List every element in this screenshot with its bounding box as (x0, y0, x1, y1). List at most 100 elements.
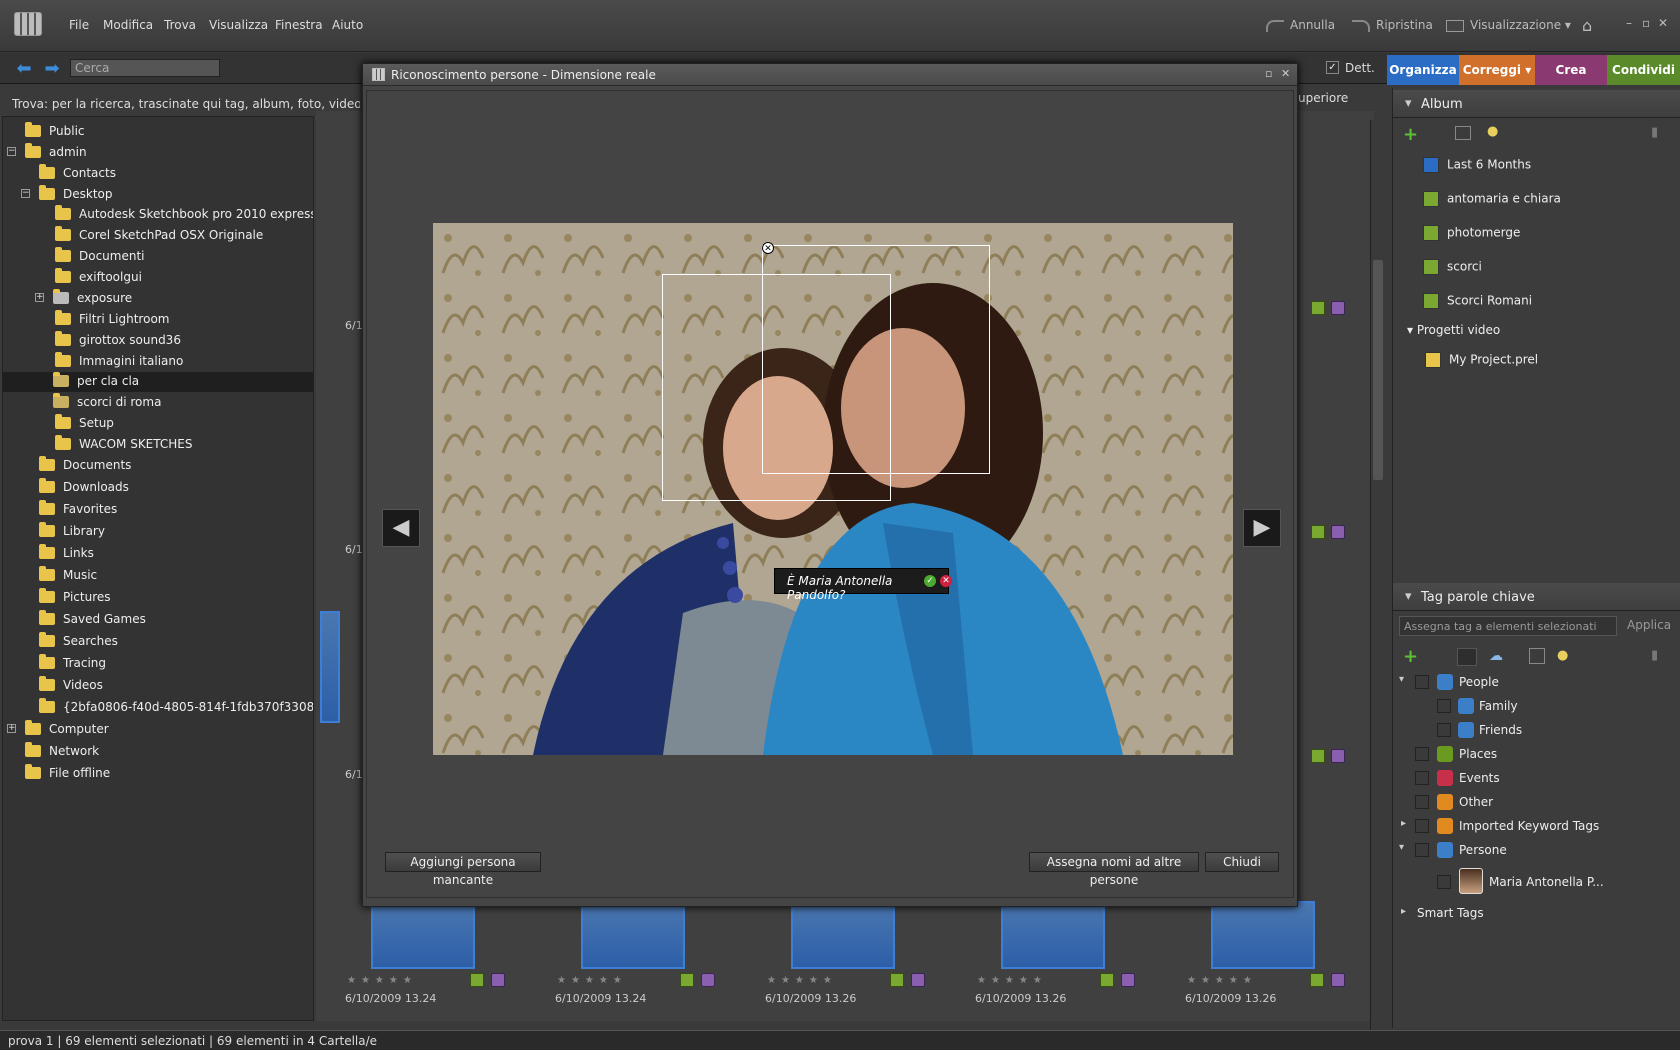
tree-item-links[interactable]: Links (3, 544, 313, 564)
tree-item-guid-folder[interactable]: {2bfa0806-f40d-4805-814f-1fdb370f3308} (3, 698, 313, 718)
menu-edit[interactable]: Modifica (103, 18, 153, 32)
keyword-panel-header[interactable]: Tag parole chiave (1393, 583, 1680, 611)
tree-item-desktop[interactable]: − Desktop (3, 185, 313, 205)
rating-stars[interactable]: ★★★★★ (977, 975, 1047, 986)
tree-item-library[interactable]: Library (3, 522, 313, 542)
home-icon[interactable]: ⌂ (1582, 16, 1592, 35)
edit-album-icon[interactable] (1455, 126, 1471, 140)
view-mode-button[interactable]: Visualizzazione ▾ (1446, 18, 1571, 32)
tree-item-corel[interactable]: Corel SketchPad OSX Originale (3, 226, 313, 246)
tree-item-documenti[interactable]: Documenti (3, 247, 313, 267)
video-projects-group[interactable]: ▾ Progetti video (1407, 323, 1500, 337)
tree-item-pictures[interactable]: Pictures (3, 588, 313, 608)
tag-checkbox[interactable] (1415, 795, 1429, 809)
details-checkbox[interactable]: ✓ (1326, 61, 1339, 74)
close-dialog-button[interactable]: Chiudi (1205, 852, 1279, 872)
tree-item-immagini[interactable]: Immagini italiano (3, 352, 313, 372)
tag-checkbox[interactable] (1437, 723, 1451, 737)
collapse-icon[interactable]: − (7, 147, 16, 156)
tree-item-music[interactable]: Music (3, 566, 313, 586)
maximize-icon[interactable]: ▫ (1265, 67, 1272, 80)
back-arrow-icon[interactable]: ⬅ (14, 59, 34, 79)
tree-item-searches[interactable]: Searches (3, 632, 313, 652)
rating-stars[interactable]: ★★★★★ (557, 975, 627, 986)
tree-item-filtri-lightroom[interactable]: Filtri Lightroom (3, 310, 313, 330)
cloud-icon[interactable]: ☁ (1489, 648, 1503, 664)
app-grid-icon[interactable] (14, 12, 42, 36)
tag-checkbox[interactable] (1437, 699, 1451, 713)
thumbnail[interactable] (791, 901, 895, 969)
tree-item-file-offline[interactable]: File offline (3, 764, 313, 784)
add-keyword-icon[interactable]: + (1403, 646, 1418, 667)
chevron-right-icon[interactable]: ▸ (1401, 906, 1406, 917)
tag-checkbox[interactable] (1415, 819, 1429, 833)
thumbnail[interactable] (1211, 901, 1315, 969)
confirm-icon[interactable]: ✓ (924, 575, 936, 587)
tree-item-per-cla-cla[interactable]: per cla cla (3, 372, 313, 392)
remove-face-icon[interactable]: ✕ (762, 242, 774, 254)
thumbnail[interactable] (371, 901, 475, 969)
chevron-down-icon[interactable]: ▾ (1399, 842, 1404, 853)
tag-checkbox[interactable] (1415, 843, 1429, 857)
tab-fix[interactable]: Correggi ▾ (1459, 55, 1535, 85)
tag-label[interactable]: Maria Antonella P... (1489, 875, 1604, 889)
expand-icon[interactable]: + (7, 724, 16, 733)
tree-item-exiftoolgui[interactable]: exiftoolgui (3, 268, 313, 288)
trash-icon[interactable]: ▮ (1651, 648, 1658, 663)
portrait-icon[interactable] (1529, 648, 1545, 664)
tag-label[interactable]: Persone (1459, 843, 1507, 857)
collapse-icon[interactable]: − (21, 189, 30, 198)
tree-item-favorites[interactable]: Favorites (3, 500, 313, 520)
reject-icon[interactable]: ✕ (940, 575, 952, 587)
add-missing-person-button[interactable]: Aggiungi persona mancante (385, 852, 541, 887)
album-item[interactable]: Scorci Romani (1423, 293, 1532, 309)
face-box-selected[interactable] (762, 245, 990, 474)
minimize-icon[interactable]: – (1626, 16, 1632, 30)
tree-item-contacts[interactable]: Contacts (3, 164, 313, 184)
close-window-icon[interactable]: ✕ (1658, 16, 1668, 30)
tree-item-saved-games[interactable]: Saved Games (3, 610, 313, 630)
expand-icon[interactable]: + (35, 293, 44, 302)
tree-item-tracing[interactable]: Tracing (3, 654, 313, 674)
chevron-down-icon[interactable]: ▾ (1399, 674, 1404, 685)
assign-names-button[interactable]: Assegna nomi ad altre persone (1029, 852, 1199, 887)
album-item[interactable]: Last 6 Months (1423, 157, 1531, 173)
menu-file[interactable]: File (69, 18, 89, 32)
album-panel-header[interactable]: Album (1393, 90, 1680, 118)
photo-preview[interactable] (433, 223, 1233, 755)
menu-find[interactable]: Trova (164, 18, 196, 32)
tree-item-computer[interactable]: + Computer (3, 720, 313, 740)
tree-item-documents[interactable]: Documents (3, 456, 313, 476)
next-arrow-icon[interactable]: ▶ (1243, 509, 1281, 547)
menu-help[interactable]: Aiuto (332, 18, 363, 32)
rating-stars[interactable]: ★★★★★ (767, 975, 837, 986)
tree-item-autodesk[interactable]: Autodesk Sketchbook pro 2010 express O..… (3, 205, 313, 225)
apply-button[interactable]: Applica (1627, 618, 1671, 632)
lightbulb-icon[interactable]: ● (1487, 124, 1498, 139)
tree-item-admin[interactable]: − admin (3, 143, 313, 163)
close-icon[interactable]: ✕ (1281, 67, 1290, 80)
chevron-right-icon[interactable]: ▸ (1401, 818, 1406, 829)
tab-share[interactable]: Condividi (1607, 55, 1680, 85)
grid-scrollbar[interactable] (1370, 120, 1384, 1030)
undo-button[interactable]: Annulla (1266, 18, 1335, 32)
thumbnail[interactable] (1001, 901, 1105, 969)
tag-checkbox[interactable] (1415, 771, 1429, 785)
forward-arrow-icon[interactable]: ➡ (42, 59, 62, 79)
tag-checkbox[interactable] (1437, 875, 1451, 889)
tree-item-downloads[interactable]: Downloads (3, 478, 313, 498)
tree-item-public[interactable]: Public (3, 122, 313, 142)
album-item[interactable]: scorci (1423, 259, 1482, 275)
search-input[interactable]: Cerca (70, 59, 220, 77)
redo-button[interactable]: Ripristina (1352, 18, 1433, 32)
video-project-item[interactable]: My Project.prel (1425, 352, 1538, 368)
tag-label[interactable]: Imported Keyword Tags (1459, 819, 1599, 833)
tree-item-setup[interactable]: Setup (3, 414, 313, 434)
tag-label[interactable]: Events (1459, 771, 1500, 785)
tree-item-exposure[interactable]: + exposure (3, 289, 313, 309)
trash-icon[interactable]: ▮ (1651, 125, 1658, 140)
tree-item-wacom[interactable]: WACOM SKETCHES (3, 435, 313, 455)
tag-label[interactable]: People (1459, 675, 1499, 689)
tab-create[interactable]: Crea (1535, 55, 1607, 85)
rating-stars[interactable]: ★★★★★ (347, 975, 417, 986)
